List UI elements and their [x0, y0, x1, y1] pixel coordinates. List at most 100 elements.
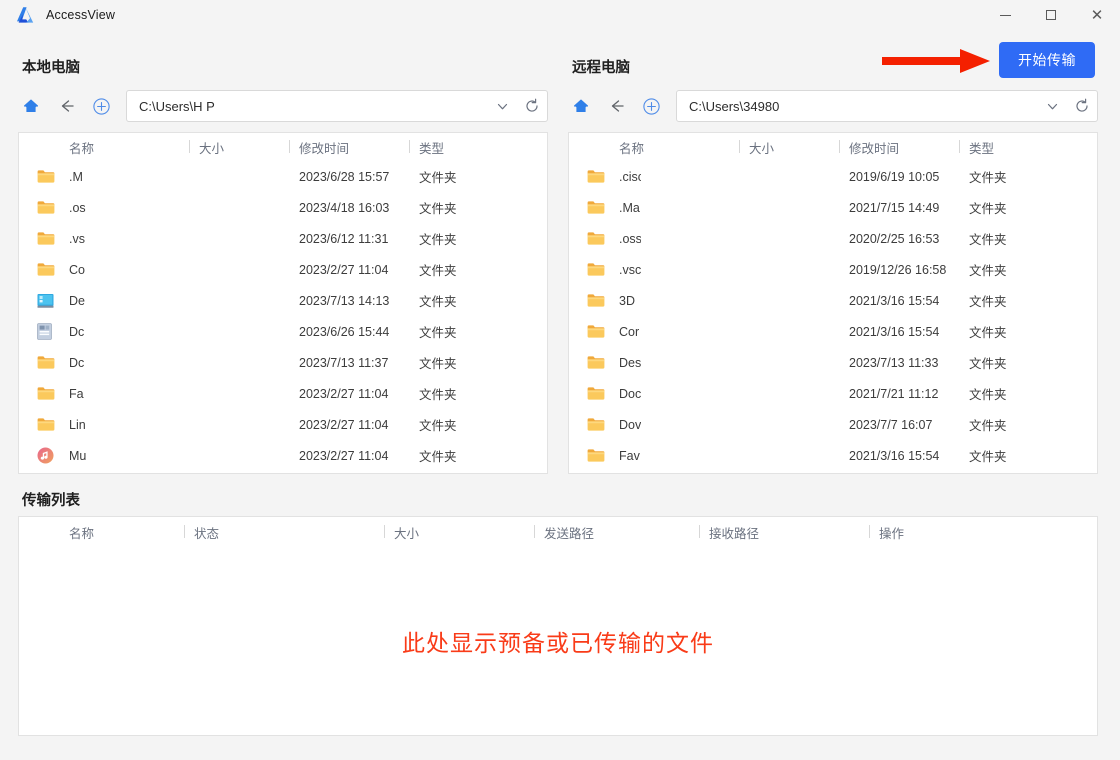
local-file-rows: .M 2023/6/28 15:57 文件夹 .os 2023/4/18 16:03 文件…	[19, 161, 547, 473]
local-path-input[interactable]	[127, 91, 487, 121]
file-type-cell: 文件夹	[419, 171, 457, 185]
file-modified-cell: 2021/7/15 14:49	[849, 200, 940, 215]
column-header-modified[interactable]: 修改时间	[839, 138, 959, 157]
table-row[interactable]: .vsc 2019/12/26 16:58 文件夹	[569, 254, 1097, 285]
file-type-cell: 文件夹	[969, 326, 1007, 340]
application-window: AccessView ✕ 本地电脑 远程电脑 传输列表 开始传输 C:\User…	[0, 0, 1120, 760]
arrow-left-icon[interactable]	[54, 93, 80, 119]
folder-icon	[569, 231, 619, 246]
table-row[interactable]: Cor 2021/3/16 15:54 文件夹	[569, 316, 1097, 347]
column-header-size[interactable]: 大小	[384, 523, 534, 542]
file-name-cell: 3D	[569, 293, 739, 308]
close-icon: ✕	[1090, 5, 1104, 24]
table-row[interactable]: Lin 2023/2/27 11:04 文件夹	[19, 409, 547, 440]
column-header-size[interactable]: 大小	[739, 138, 839, 157]
home-icon[interactable]	[568, 93, 594, 119]
column-header-type[interactable]: 类型	[409, 138, 499, 157]
table-row[interactable]: Des 2023/7/13 11:33 文件夹	[569, 347, 1097, 378]
start-transfer-button[interactable]: 开始传输	[999, 42, 1095, 78]
column-header-operations[interactable]: 操作	[869, 523, 989, 542]
column-header-size[interactable]: 大小	[189, 138, 289, 157]
folder-icon	[569, 448, 619, 463]
column-header-type[interactable]: 类型	[959, 138, 1049, 157]
file-type-cell: 文件夹	[419, 419, 457, 433]
column-header-send-path[interactable]: 发送路径	[534, 523, 699, 542]
file-type-cell: 文件夹	[419, 202, 457, 216]
file-name-cell: Lin	[19, 417, 189, 432]
music-icon	[19, 447, 69, 464]
plus-circle-icon[interactable]	[638, 93, 664, 119]
window-controls: ✕	[982, 0, 1120, 30]
arrow-left-icon[interactable]	[604, 93, 630, 119]
table-row[interactable]: Co 2023/2/27 11:04 文件夹	[19, 254, 547, 285]
column-header-name[interactable]: 名称	[19, 523, 184, 542]
file-type-cell: 文件夹	[969, 357, 1007, 371]
file-type-cell: 文件夹	[969, 202, 1007, 216]
file-name-cell: .os	[19, 200, 189, 215]
file-type-cell: 文件夹	[969, 388, 1007, 402]
table-row[interactable]: .cisc 2019/6/19 10:05 文件夹	[569, 161, 1097, 192]
chevron-down-icon[interactable]	[487, 91, 517, 121]
table-row[interactable]: .Ma 2021/7/15 14:49 文件夹	[569, 192, 1097, 223]
table-row[interactable]: De 2023/7/13 14:13 文件夹	[19, 285, 547, 316]
table-row[interactable]: Dc 2023/7/13 11:37 文件夹	[19, 347, 547, 378]
table-row[interactable]: .vs 2023/6/12 11:31 文件夹	[19, 223, 547, 254]
home-icon[interactable]	[18, 93, 44, 119]
remote-path-toolbar	[568, 90, 1098, 122]
table-row[interactable]: Fa 2023/2/27 11:04 文件夹	[19, 378, 547, 409]
file-name-label: .vs	[69, 231, 85, 246]
file-name-label: Dc	[69, 324, 85, 339]
file-name-label: .vsc	[619, 262, 641, 277]
file-name-label: Cor	[619, 324, 640, 339]
folder-icon	[569, 324, 619, 339]
remote-path-input[interactable]	[677, 91, 1037, 121]
file-name-cell: Doc	[569, 386, 739, 401]
close-button[interactable]: ✕	[1074, 0, 1120, 30]
local-path-toolbar	[18, 90, 548, 122]
file-modified-cell: 2023/6/28 15:57	[299, 169, 390, 184]
file-name-label: De	[69, 293, 85, 308]
file-name-cell: Dc	[19, 355, 189, 370]
column-header-status[interactable]: 状态	[184, 523, 384, 542]
file-modified-cell: 2021/3/16 15:54	[849, 448, 940, 463]
remote-path-field[interactable]	[676, 90, 1098, 122]
file-type-cell: 文件夹	[969, 233, 1007, 247]
table-row[interactable]: Doc 2021/7/21 11:12 文件夹	[569, 378, 1097, 409]
refresh-icon[interactable]	[517, 91, 547, 121]
file-name-cell: .M	[19, 169, 189, 184]
column-header-name[interactable]: 名称	[19, 138, 189, 157]
file-name-cell: Cor	[569, 324, 739, 339]
file-name-cell: .Ma	[569, 200, 739, 215]
remote-file-rows: .cisc 2019/6/19 10:05 文件夹 .Ma 2021/7/15 14:4…	[569, 161, 1097, 473]
file-name-label: Des	[619, 355, 641, 370]
table-row[interactable]: Dc 2023/6/26 15:44 文件夹	[19, 316, 547, 347]
table-row[interactable]: Fav 2021/3/16 15:54 文件夹	[569, 440, 1097, 471]
refresh-icon[interactable]	[1067, 91, 1097, 121]
table-row[interactable]: .M 2023/6/28 15:57 文件夹	[19, 161, 547, 192]
local-path-field[interactable]	[126, 90, 548, 122]
table-row[interactable]: 3D 2021/3/16 15:54 文件夹	[569, 285, 1097, 316]
file-name-label: .cisc	[619, 169, 641, 184]
table-row[interactable]: .os 2023/4/18 16:03 文件夹	[19, 192, 547, 223]
maximize-button[interactable]	[1028, 0, 1074, 30]
folder-icon	[19, 262, 69, 277]
file-type-cell: 文件夹	[419, 295, 457, 309]
table-row[interactable]: .oss 2020/2/25 16:53 文件夹	[569, 223, 1097, 254]
plus-circle-icon[interactable]	[88, 93, 114, 119]
table-row[interactable]: Mu 2023/2/27 11:04 文件夹	[19, 440, 547, 471]
column-header-receive-path[interactable]: 接收路径	[699, 523, 869, 542]
file-type-cell: 文件夹	[969, 171, 1007, 185]
remote-computer-title: 远程电脑	[572, 60, 630, 76]
file-type-cell: 文件夹	[419, 388, 457, 402]
column-header-modified[interactable]: 修改时间	[289, 138, 409, 157]
maximize-icon	[1046, 10, 1056, 20]
minimize-button[interactable]	[982, 0, 1028, 30]
folder-icon	[19, 386, 69, 401]
chevron-down-icon[interactable]	[1037, 91, 1067, 121]
folder-icon	[569, 355, 619, 370]
file-modified-cell: 2023/6/26 15:44	[299, 324, 390, 339]
file-name-cell: Fav	[569, 448, 739, 463]
column-header-name[interactable]: 名称	[569, 138, 739, 157]
table-row[interactable]: Dov 2023/7/7 16:07 文件夹	[569, 409, 1097, 440]
file-type-cell: 文件夹	[419, 264, 457, 278]
